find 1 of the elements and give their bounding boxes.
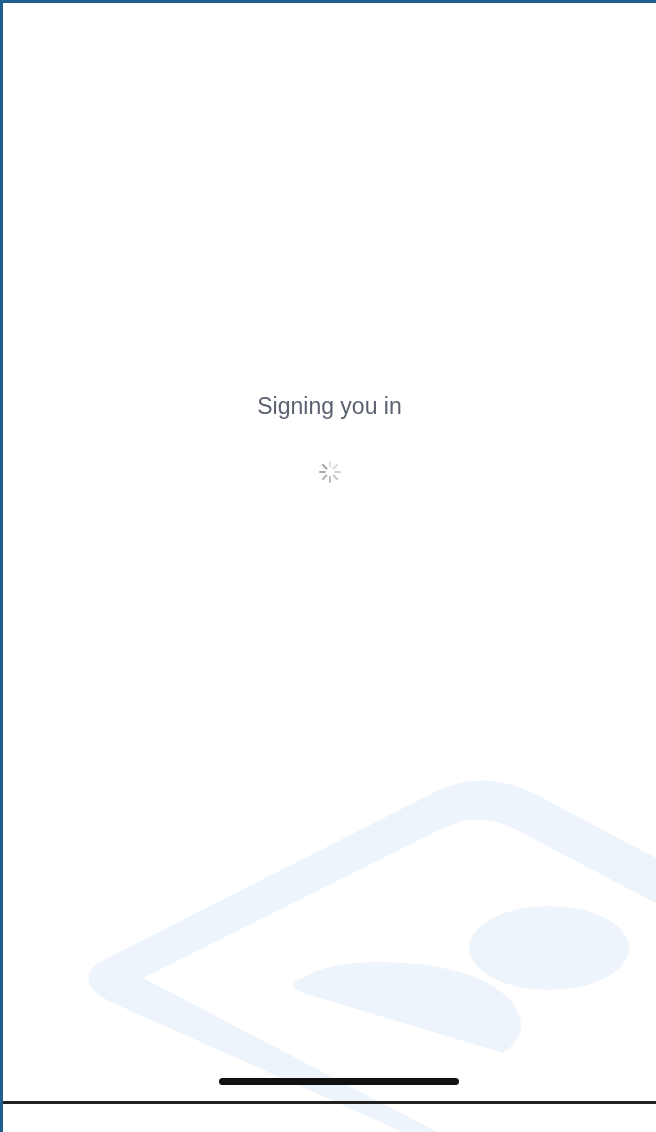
status-message: Signing you in bbox=[257, 393, 402, 420]
